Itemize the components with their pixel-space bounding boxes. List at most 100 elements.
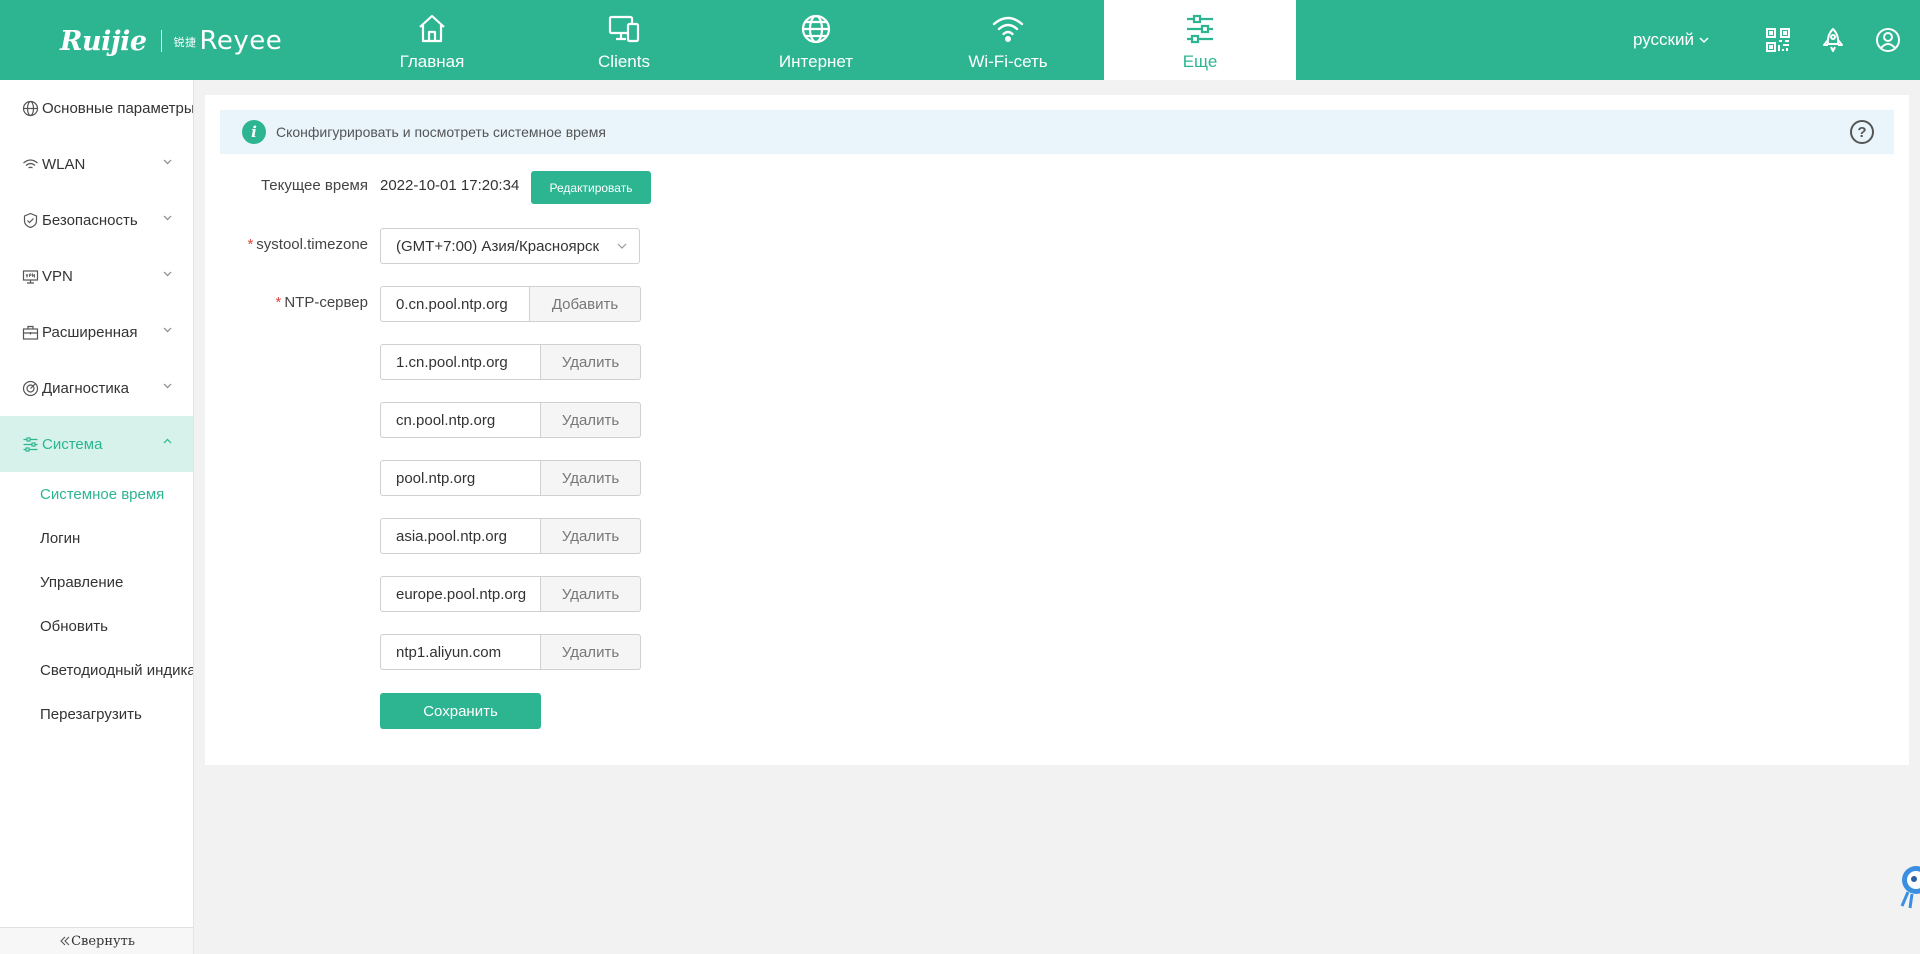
- ntp-server-row: Удалить: [380, 518, 641, 554]
- globe-icon: [801, 14, 831, 44]
- sidebar-subitem-system-time[interactable]: Системное время: [0, 472, 193, 516]
- rocket-button[interactable]: [1819, 26, 1847, 54]
- reyee-logo-text: 锐捷 Reyee: [174, 26, 283, 56]
- main-nav: Главная Clients Интернет Wi-Fi-сеть Еще: [336, 0, 1296, 80]
- sidebar-subitem-reboot[interactable]: Перезагрузить: [0, 692, 193, 736]
- chevron-down-icon: [163, 159, 172, 165]
- sidebar-subitem-management[interactable]: Управление: [0, 560, 193, 604]
- wifi-icon: [22, 156, 39, 173]
- user-button[interactable]: [1874, 26, 1902, 54]
- home-icon: [419, 14, 445, 43]
- nav-home-label: Главная: [399, 52, 465, 71]
- language-label: русский: [1632, 30, 1694, 49]
- devices-icon: [608, 15, 640, 43]
- sliders-icon: [22, 436, 39, 453]
- timezone-label: * systool.timezone: [247, 236, 368, 253]
- current-time-value: 2022-10-01 17:20:34: [380, 177, 520, 194]
- chevron-down-icon: [617, 243, 627, 249]
- ntp-server-input[interactable]: [380, 460, 541, 496]
- header-actions: русский: [1633, 0, 1902, 80]
- info-icon: i: [242, 120, 266, 144]
- sidebar-item-label: Безопасность: [42, 211, 138, 229]
- globe-icon: [22, 100, 39, 117]
- nav-wifi[interactable]: Wi-Fi-сеть: [912, 0, 1104, 80]
- chevron-down-icon: [163, 271, 172, 277]
- sidebar: Основные параметры WLAN Безопасность VPN…: [0, 80, 194, 954]
- add-ntp-server-button[interactable]: Добавить: [530, 286, 641, 322]
- chevron-down-icon: [163, 327, 172, 333]
- qr-code-button[interactable]: [1764, 26, 1792, 54]
- qr-code-icon: [1766, 28, 1790, 52]
- sidebar-item-security[interactable]: Безопасность: [0, 192, 193, 248]
- edit-time-button[interactable]: Редактировать: [531, 171, 651, 204]
- sidebar-subitem-upgrade[interactable]: Обновить: [0, 604, 193, 648]
- system-time-panel: i Сконфигурировать и посмотреть системно…: [205, 95, 1909, 765]
- ntp-server-input[interactable]: [380, 518, 541, 554]
- rocket-icon: [1823, 28, 1843, 52]
- language-select[interactable]: русский: [1633, 30, 1709, 50]
- nav-clients-label: Clients: [598, 52, 650, 71]
- double-chevron-left-icon: [60, 936, 70, 946]
- nav-internet[interactable]: Интернет: [720, 0, 912, 80]
- ntp-server-row: Удалить: [380, 460, 641, 496]
- ntp-server-input[interactable]: [380, 402, 541, 438]
- delete-ntp-server-button[interactable]: Удалить: [541, 518, 641, 554]
- delete-ntp-server-button[interactable]: Удалить: [541, 460, 641, 496]
- required-marker: *: [247, 236, 254, 253]
- timezone-select[interactable]: (GMT+7:00) Азия/Красноярск: [380, 228, 640, 264]
- timezone-value: (GMT+7:00) Азия/Красноярск: [396, 237, 600, 255]
- nav-clients[interactable]: Clients: [528, 0, 720, 80]
- sidebar-item-basic[interactable]: Основные параметры: [0, 80, 193, 136]
- delete-ntp-server-button[interactable]: Удалить: [541, 344, 641, 380]
- sidebar-item-label: Диагностика: [42, 379, 129, 397]
- sidebar-item-wlan[interactable]: WLAN: [0, 136, 193, 192]
- diagnostics-icon: [22, 380, 39, 397]
- sidebar-item-label: Расширенная: [42, 323, 138, 341]
- info-banner: i Сконфигурировать и посмотреть системно…: [220, 110, 1894, 154]
- chevron-down-icon: [163, 215, 172, 221]
- vpn-icon: [22, 268, 39, 285]
- nav-more-label: Еще: [1182, 52, 1218, 71]
- sliders-icon: [1187, 14, 1213, 44]
- ntp-server-row: Удалить: [380, 344, 641, 380]
- reyee-logo-word: Reyee: [199, 26, 283, 56]
- ntp-server-input[interactable]: [380, 576, 541, 612]
- nav-internet-label: Интернет: [778, 52, 854, 71]
- sidebar-item-system[interactable]: Система: [0, 416, 193, 472]
- sidebar-subitem-login[interactable]: Логин: [0, 516, 193, 560]
- ntp-server-input[interactable]: [380, 634, 541, 670]
- required-marker: *: [275, 294, 282, 311]
- delete-ntp-server-button[interactable]: Удалить: [541, 634, 641, 670]
- chevron-down-icon: [163, 383, 172, 389]
- sidebar-item-label: Система: [42, 435, 103, 453]
- logo-divider: [160, 30, 162, 52]
- timezone-label-text: systool.timezone: [256, 236, 368, 253]
- sidebar-item-diagnostics[interactable]: Диагностика: [0, 360, 193, 416]
- ntp-server-row: Удалить: [380, 402, 641, 438]
- ntp-label-text: NTP-сервер: [284, 294, 368, 311]
- nav-more[interactable]: Еще: [1104, 0, 1296, 80]
- sidebar-item-advanced[interactable]: Расширенная: [0, 304, 193, 360]
- delete-ntp-server-button[interactable]: Удалить: [541, 576, 641, 612]
- brand-logo[interactable]: Ruijie 锐捷 Reyee: [60, 24, 282, 58]
- help-icon[interactable]: ?: [1850, 120, 1874, 144]
- assistant-mascot-icon[interactable]: [1894, 862, 1920, 912]
- ntp-label: * NTP-сервер: [275, 294, 368, 311]
- toolbox-icon: [22, 324, 39, 341]
- ntp-server-row: Добавить: [380, 286, 641, 322]
- save-button[interactable]: Сохранить: [380, 693, 541, 729]
- collapse-sidebar-button[interactable]: Свернуть: [0, 927, 193, 954]
- sidebar-item-label: VPN: [42, 267, 73, 285]
- chevron-up-icon: [163, 438, 172, 444]
- nav-home[interactable]: Главная: [336, 0, 528, 80]
- sidebar-subitem-led[interactable]: Светодиодный индикатор: [0, 648, 193, 692]
- current-time-label: Текущее время: [260, 177, 368, 194]
- delete-ntp-server-button[interactable]: Удалить: [541, 402, 641, 438]
- ntp-server-input[interactable]: [380, 344, 541, 380]
- sidebar-item-vpn[interactable]: VPN: [0, 248, 193, 304]
- nav-wifi-label: Wi-Fi-сеть: [968, 52, 1048, 71]
- ntp-server-input[interactable]: [380, 286, 530, 322]
- wifi-icon: [992, 16, 1024, 43]
- ruijie-logo-text: Ruijie: [60, 25, 147, 57]
- sidebar-item-label: Основные параметры: [42, 99, 194, 117]
